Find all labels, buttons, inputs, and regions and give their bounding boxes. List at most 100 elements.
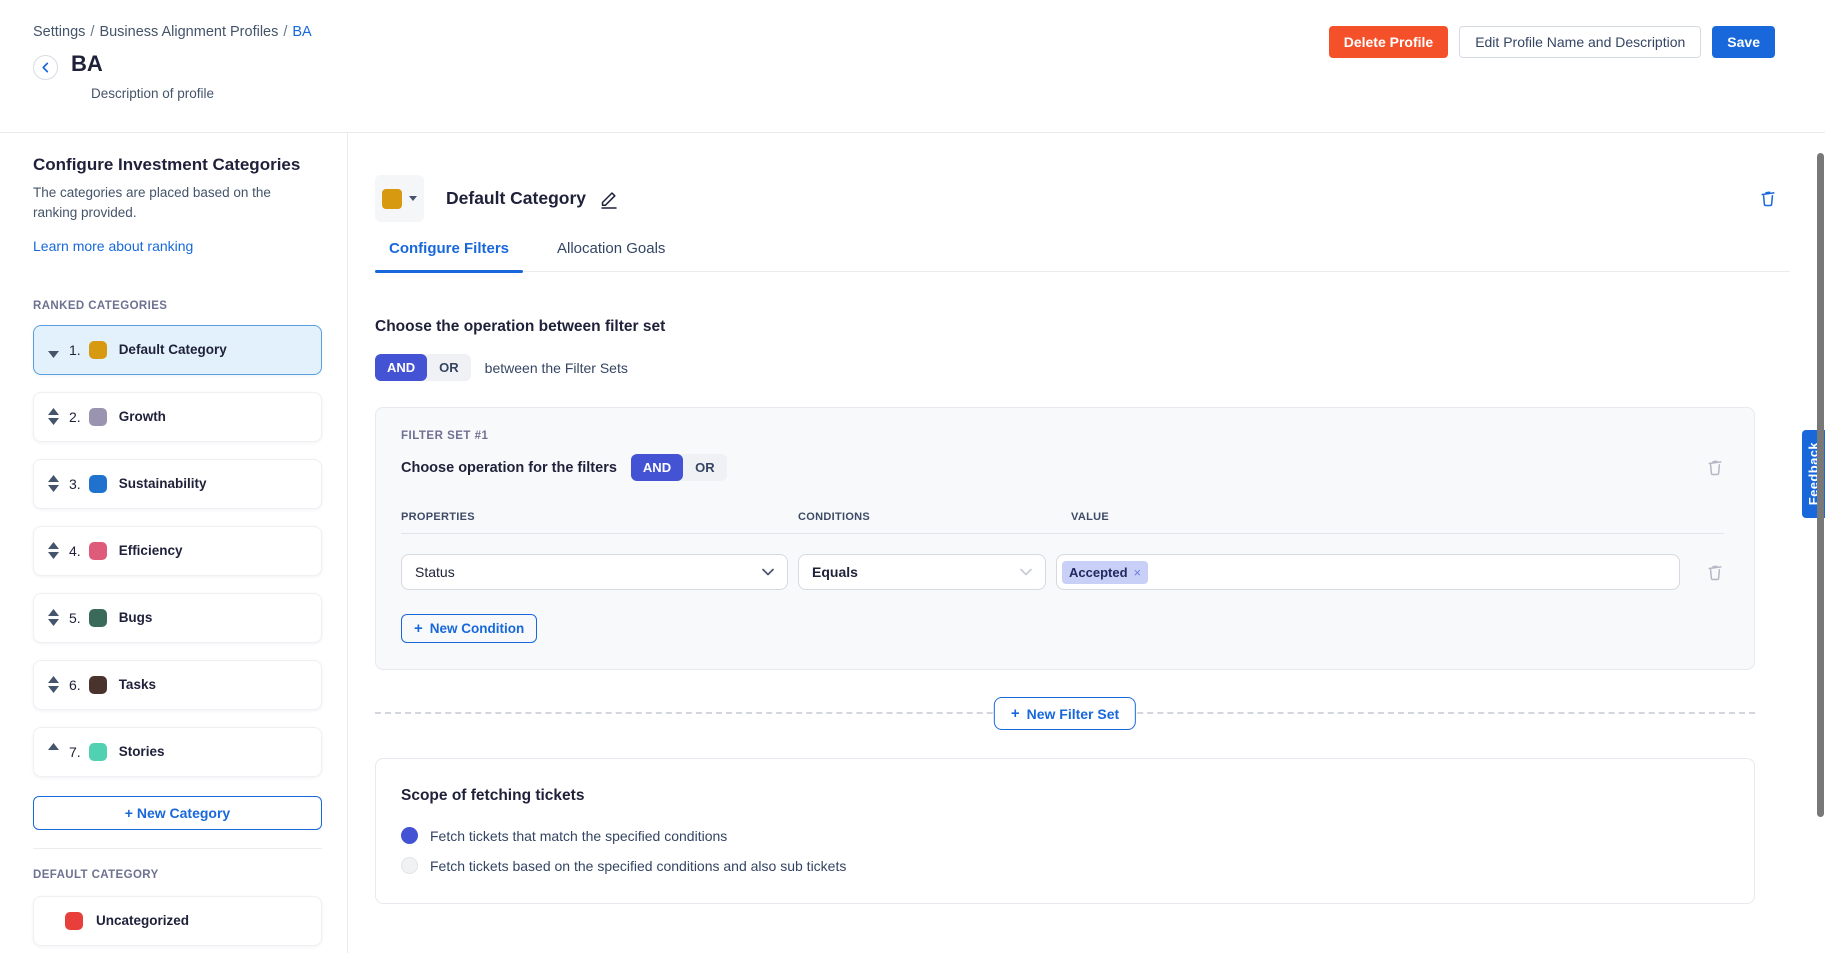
tab-configure-filters[interactable]: Configure Filters bbox=[375, 230, 523, 271]
scope-option-label: Fetch tickets based on the specified con… bbox=[430, 858, 846, 874]
category-color-dot bbox=[89, 743, 107, 761]
property-select-value: Status bbox=[415, 564, 455, 580]
reorder-arrows[interactable] bbox=[48, 743, 60, 760]
new-condition-label: New Condition bbox=[430, 621, 525, 636]
or-toggle[interactable]: OR bbox=[427, 354, 471, 381]
category-label: Efficiency bbox=[119, 543, 183, 558]
chevron-down-icon bbox=[409, 196, 417, 201]
category-item-default-category[interactable]: 1. Default Category bbox=[33, 325, 322, 375]
move-up-icon[interactable] bbox=[48, 542, 59, 549]
learn-more-link[interactable]: Learn more about ranking bbox=[33, 238, 193, 254]
move-down-icon[interactable] bbox=[48, 351, 59, 358]
table-header-divider bbox=[401, 533, 1724, 534]
move-down-icon[interactable] bbox=[48, 552, 59, 559]
filter-set-title: FILTER SET #1 bbox=[401, 430, 1724, 442]
scope-option-1[interactable]: Fetch tickets that match the specified c… bbox=[401, 827, 1729, 844]
category-label: Sustainability bbox=[119, 476, 207, 491]
radio-unselected-icon[interactable] bbox=[401, 857, 418, 874]
new-filter-set-button[interactable]: + New Filter Set bbox=[994, 697, 1136, 730]
and-toggle[interactable]: AND bbox=[375, 354, 427, 381]
remove-value-icon[interactable]: × bbox=[1134, 565, 1142, 580]
value-input[interactable]: Accepted × bbox=[1056, 554, 1680, 590]
condition-select[interactable]: Equals bbox=[798, 554, 1046, 590]
category-rank: 1. bbox=[69, 342, 81, 358]
sidebar-heading: Configure Investment Categories bbox=[33, 155, 323, 175]
toggle-suffix-text: between the Filter Sets bbox=[485, 360, 628, 376]
category-label: Default Category bbox=[119, 342, 227, 357]
edit-profile-button[interactable]: Edit Profile Name and Description bbox=[1459, 26, 1701, 58]
value-chip-label: Accepted bbox=[1069, 565, 1128, 580]
delete-condition-button[interactable] bbox=[1706, 563, 1724, 582]
reorder-arrows[interactable] bbox=[48, 341, 60, 358]
category-label: Growth bbox=[119, 409, 166, 424]
delete-profile-button[interactable]: Delete Profile bbox=[1329, 26, 1448, 58]
new-category-button[interactable]: + New Category bbox=[33, 796, 322, 830]
scope-option-label: Fetch tickets that match the specified c… bbox=[430, 828, 727, 844]
sidebar-description: The categories are placed based on the r… bbox=[33, 183, 283, 224]
delete-category-button[interactable] bbox=[1759, 189, 1777, 208]
category-label: Bugs bbox=[119, 610, 153, 625]
profile-description: Description of profile bbox=[91, 86, 1775, 101]
filter-set-and-or-toggle: AND OR bbox=[375, 354, 471, 381]
category-item-uncategorized[interactable]: Uncategorized bbox=[33, 896, 322, 946]
chevron-down-icon bbox=[1020, 568, 1032, 576]
scrollbar-thumb[interactable] bbox=[1817, 153, 1824, 817]
reorder-arrows[interactable] bbox=[48, 609, 60, 626]
category-item-bugs[interactable]: 5.Bugs bbox=[33, 593, 322, 643]
category-rank: 2. bbox=[69, 409, 81, 425]
back-arrow-icon bbox=[40, 62, 51, 73]
edit-category-name-icon[interactable] bbox=[599, 189, 619, 209]
and-toggle[interactable]: AND bbox=[631, 454, 683, 481]
filter-set-card: FILTER SET #1 Choose operation for the f… bbox=[375, 407, 1755, 670]
category-item-tasks[interactable]: 6.Tasks bbox=[33, 660, 322, 710]
delete-filter-set-button[interactable] bbox=[1706, 458, 1724, 477]
reorder-arrows[interactable] bbox=[48, 475, 60, 492]
trash-icon bbox=[1706, 563, 1724, 582]
reorder-arrows[interactable] bbox=[48, 542, 60, 559]
move-down-icon[interactable] bbox=[48, 619, 59, 626]
move-up-icon[interactable] bbox=[48, 609, 59, 616]
reorder-arrows[interactable] bbox=[48, 408, 60, 425]
category-item-efficiency[interactable]: 4. Efficiency bbox=[33, 526, 322, 576]
value-chip: Accepted × bbox=[1062, 561, 1148, 584]
tab-allocation-goals[interactable]: Allocation Goals bbox=[543, 230, 679, 271]
filter-set-operation-heading: Choose the operation between filter set bbox=[375, 318, 1790, 336]
new-filter-set-label: New Filter Set bbox=[1027, 706, 1120, 722]
column-header-value: VALUE bbox=[1056, 511, 1680, 523]
or-toggle[interactable]: OR bbox=[683, 454, 727, 481]
save-button[interactable]: Save bbox=[1712, 26, 1775, 58]
move-up-icon[interactable] bbox=[48, 475, 59, 482]
trash-icon bbox=[1706, 458, 1724, 477]
new-condition-button[interactable]: + New Condition bbox=[401, 614, 537, 643]
filters-and-or-toggle: AND OR bbox=[631, 454, 727, 481]
category-color-dot bbox=[89, 676, 107, 694]
breadcrumb-separator: / bbox=[283, 24, 287, 40]
move-down-icon[interactable] bbox=[48, 485, 59, 492]
move-down-icon[interactable] bbox=[48, 418, 59, 425]
color-swatch-dropdown[interactable] bbox=[375, 175, 424, 222]
reorder-arrows[interactable] bbox=[48, 676, 60, 693]
plus-icon: + bbox=[1011, 705, 1020, 722]
category-rank: 4. bbox=[69, 543, 81, 559]
back-button[interactable] bbox=[33, 55, 58, 80]
filters-operation-label: Choose operation for the filters bbox=[401, 460, 617, 476]
radio-selected-icon[interactable] bbox=[401, 827, 418, 844]
move-up-icon[interactable] bbox=[48, 743, 59, 750]
ranked-categories-list: 1. Default Category 2. Growth 3.Sustainabili… bbox=[33, 325, 323, 777]
breadcrumb-separator: / bbox=[90, 24, 94, 40]
move-down-icon[interactable] bbox=[48, 686, 59, 693]
breadcrumb-profiles[interactable]: Business Alignment Profiles bbox=[99, 24, 278, 40]
move-up-icon[interactable] bbox=[48, 676, 59, 683]
chevron-down-icon bbox=[762, 568, 774, 576]
breadcrumb-settings[interactable]: Settings bbox=[33, 24, 85, 40]
category-item-growth[interactable]: 2. Growth bbox=[33, 392, 322, 442]
scope-option-2[interactable]: Fetch tickets based on the specified con… bbox=[401, 857, 1729, 874]
category-label: Uncategorized bbox=[96, 913, 189, 928]
ranked-categories-label: RANKED CATEGORIES bbox=[33, 300, 323, 312]
category-label: Stories bbox=[119, 744, 165, 759]
property-select[interactable]: Status bbox=[401, 554, 788, 590]
category-item-sustainability[interactable]: 3.Sustainability bbox=[33, 459, 322, 509]
category-item-stories[interactable]: 7.Stories bbox=[33, 727, 322, 777]
move-up-icon[interactable] bbox=[48, 408, 59, 415]
color-swatch bbox=[382, 189, 402, 209]
